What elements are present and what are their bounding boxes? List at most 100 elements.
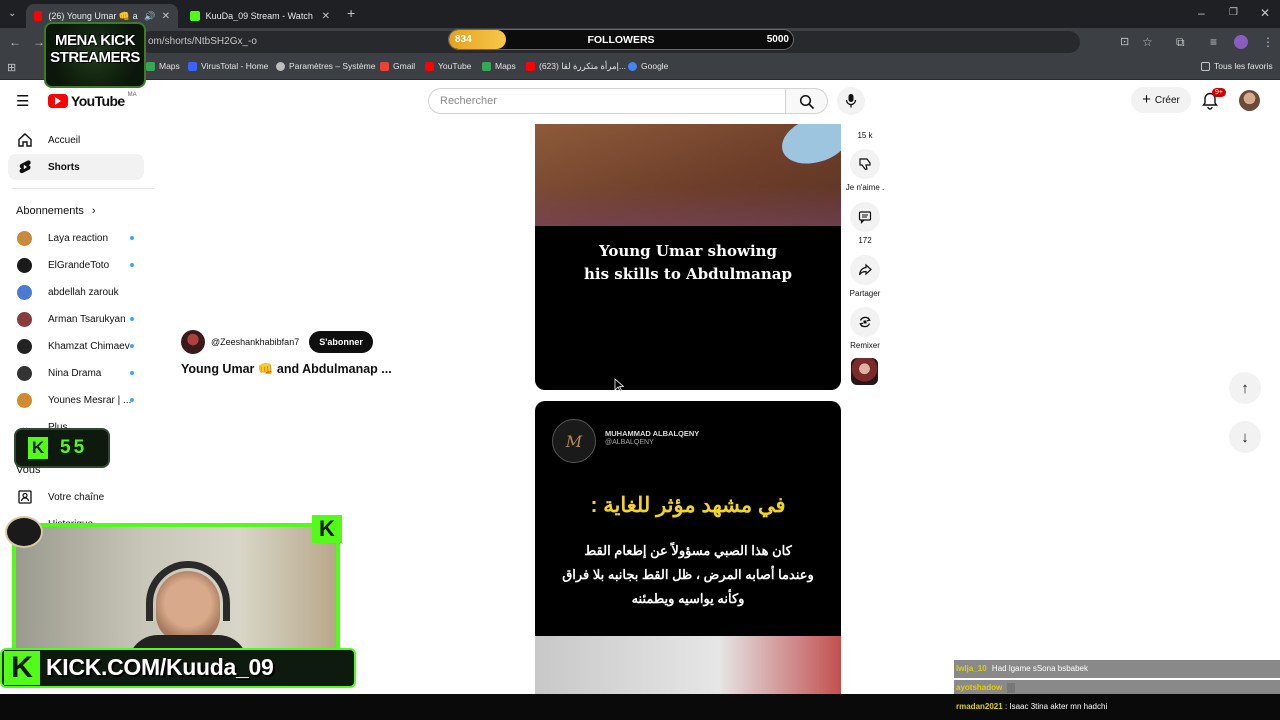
subscription-avatar — [17, 338, 32, 354]
subscription-item[interactable]: Nina Drama — [8, 360, 144, 386]
close-tab-icon[interactable]: ✕ — [162, 11, 170, 22]
tab-search-icon[interactable]: ⌄ — [8, 7, 16, 21]
close-tab-icon[interactable]: ✕ — [322, 11, 330, 22]
bookmark-google[interactable]: Google — [628, 61, 668, 71]
search-input[interactable]: Rechercher — [428, 88, 786, 114]
streamer-face — [156, 571, 220, 643]
browser-tab-bar: ⌄ (26) Young Umar 👊 and A 🔊 ✕ KuuDa_09 S… — [0, 0, 1280, 28]
sound-thumbnail[interactable] — [851, 358, 878, 385]
create-button[interactable]: + Créer — [1131, 87, 1191, 113]
chat-message: lwlja_10 Had lgame sSona bsbabek — [954, 660, 1280, 678]
bookmark-youtube[interactable]: YouTube — [425, 61, 471, 71]
short-title[interactable]: Young Umar 👊 and Abdulmanap ... — [181, 362, 392, 377]
arrow-up-icon: ↑ — [1241, 379, 1249, 397]
comments-button[interactable]: 172 — [843, 202, 887, 245]
bookmark-star-icon[interactable]: ☆ — [1142, 35, 1153, 49]
all-bookmarks[interactable]: Tous les favoris — [1201, 61, 1273, 71]
bookmark-settings[interactable]: Paramètres – Système — [276, 61, 375, 71]
short-video-player[interactable]: Young Umar showing his skills to Abdulma… — [535, 124, 841, 390]
next-channel-handle: @ALBALQENY — [605, 439, 654, 446]
caption-line: his skills to Abdulmanap — [584, 265, 792, 283]
likes-count: 15 k — [857, 131, 873, 140]
speaker-icon[interactable]: 🔊 — [144, 11, 155, 22]
back-icon[interactable]: ← — [9, 35, 21, 49]
restore-icon[interactable]: ❐ — [1229, 6, 1238, 20]
profile-avatar[interactable] — [1234, 35, 1248, 49]
bookmark-label: Google — [641, 61, 669, 71]
notifications-button[interactable]: 9+ — [1202, 88, 1226, 111]
bookmark-label: (623) إمرأة متكررة لقا... — [539, 61, 626, 71]
chat-username: lwlja_10 — [956, 664, 987, 673]
sidebar-item-shorts[interactable]: Shorts — [8, 154, 144, 180]
gear-icon — [276, 61, 285, 71]
tab-title: (26) Young Umar 👊 and A — [48, 10, 138, 21]
bookmark-maps-2[interactable]: Maps — [482, 61, 516, 71]
body-line: كان هذا الصبي مسؤولاً عن إطعام القط — [584, 543, 792, 558]
viewer-count: 55 — [60, 437, 88, 458]
new-content-dot — [130, 344, 134, 348]
menu-icon[interactable]: ⋮ — [1262, 35, 1274, 49]
account-avatar[interactable] — [1239, 90, 1260, 111]
new-tab-icon[interactable]: + — [347, 6, 355, 20]
next-short-video[interactable]: M MUHAMMAD ALBALQENY @ALBALQENY في مشهد … — [535, 401, 841, 694]
youtube-logo[interactable]: YouTube MA — [48, 92, 137, 110]
minimize-icon[interactable]: – — [1198, 6, 1205, 20]
channel-handle[interactable]: @Zeeshankhabibfan7 — [211, 337, 299, 347]
stream-bottom-bar: rmadan2021 : Isaac 3tina akter mn hadchi — [0, 694, 1280, 720]
youtube-favicon-icon — [34, 11, 43, 21]
arrow-down-icon: ↓ — [1241, 428, 1249, 446]
next-short-button[interactable]: ↓ — [1229, 421, 1261, 453]
kick-url: KICK.COM/Kuuda_09 — [46, 654, 274, 680]
subscription-item[interactable]: abdellah zarouk — [8, 279, 144, 305]
channel-avatar[interactable] — [181, 330, 205, 354]
tab-kick[interactable]: KuuDa_09 Stream - Watch Live ✕ — [182, 4, 338, 28]
bookmark-gmail[interactable]: Gmail — [380, 61, 415, 71]
dislike-button[interactable]: Je n'aime . — [843, 149, 887, 192]
followers-label: FOLLOWERS — [587, 34, 655, 46]
subscribe-button[interactable]: S'abonner — [309, 331, 373, 353]
new-content-dot — [130, 263, 134, 267]
gmail-icon — [380, 61, 389, 71]
bookmark-label: Maps — [495, 61, 516, 71]
bookmark-maps[interactable]: Maps — [146, 61, 180, 71]
subscription-label: Khamzat Chimaev — [48, 340, 130, 352]
close-window-icon[interactable]: ✕ — [1260, 6, 1270, 20]
action-label: 172 — [858, 236, 872, 245]
new-content-dot — [130, 317, 134, 321]
apps-grid-icon[interactable]: ⊞ — [7, 61, 16, 75]
brand-line: STREAMERS — [50, 49, 140, 66]
subscription-item[interactable]: Khamzat Chimaev — [8, 333, 144, 359]
subscription-item[interactable]: ElGrandeToto — [8, 252, 144, 278]
subscription-avatar — [17, 365, 32, 381]
sidebar: Accueil Shorts Abonnements › Laya reacti… — [0, 122, 156, 542]
viewer-count-badge: K 55 — [14, 428, 110, 468]
share-button[interactable]: Partager — [843, 255, 887, 298]
bookmark-youtube-video[interactable]: (623) إمرأة متكررة لقا... — [526, 61, 626, 72]
subscription-item[interactable]: Laya reaction — [8, 225, 144, 251]
video-frame-highlight — [775, 124, 841, 172]
hamburger-menu-icon[interactable]: ☰ — [16, 92, 29, 110]
next-channel-name: MUHAMMAD ALBALQENY — [605, 429, 700, 438]
extensions-icon[interactable]: ⧉ — [1176, 35, 1185, 49]
voice-search-button[interactable] — [837, 87, 865, 115]
mena-kick-logo: MENA KICK STREAMERS — [44, 22, 146, 88]
microphone-icon — [845, 94, 857, 108]
remix-button[interactable]: Remixer — [843, 307, 887, 350]
action-label: Remixer — [850, 341, 880, 350]
new-content-dot — [130, 398, 134, 402]
subscriptions-header[interactable]: Abonnements › — [16, 205, 96, 217]
tab-title: KuuDa_09 Stream - Watch Live — [205, 11, 316, 21]
subscription-item[interactable]: Arman Tsarukyan — [8, 306, 144, 332]
install-app-icon[interactable]: ⊡ — [1120, 35, 1129, 49]
comment-icon — [850, 202, 880, 232]
media-icon[interactable]: ≡ — [1210, 35, 1217, 49]
previous-short-button[interactable]: ↑ — [1229, 372, 1261, 404]
bookmark-label: Gmail — [393, 61, 416, 71]
sidebar-item-your-channel[interactable]: Votre chaîne — [8, 484, 144, 510]
caption-line: Young Umar showing — [598, 242, 778, 260]
next-short-frame — [535, 636, 841, 694]
bookmark-virustotal[interactable]: VirusTotal - Home — [188, 61, 268, 71]
subscription-item[interactable]: Younes Mesrar | ... — [8, 387, 144, 413]
sidebar-item-home[interactable]: Accueil — [8, 127, 144, 153]
search-button[interactable] — [786, 88, 828, 114]
